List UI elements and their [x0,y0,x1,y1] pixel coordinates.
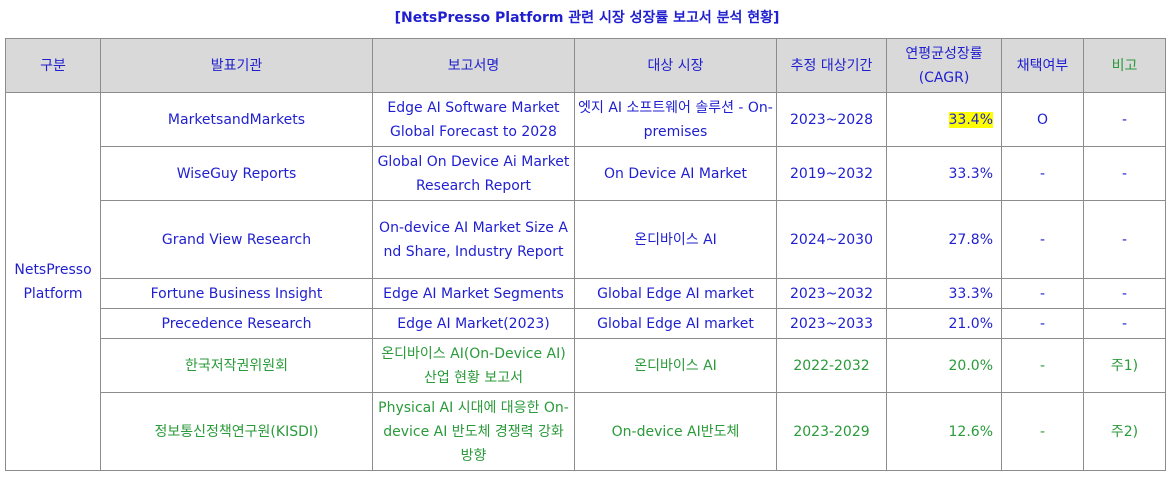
cagr-cell: 33.3% [886,146,1002,201]
report-name-cell: Edge AI Market(2023) [372,308,575,339]
adopted-cell: - [1001,338,1084,393]
note-cell: - [1083,200,1166,279]
note-cell: - [1083,92,1166,147]
target-market-cell: On Device AI Market [574,146,777,201]
note-cell: - [1083,278,1166,309]
target-market-cell: On-device AI반도체 [574,392,777,471]
target-market-cell: Global Edge AI market [574,308,777,339]
table-row: Fortune Business Insight Edge AI Market … [6,278,1166,309]
target-market-cell: Global Edge AI market [574,278,777,309]
publisher-cell: MarketsandMarkets [100,92,373,147]
period-cell: 2023~2033 [776,308,887,339]
note-cell: - [1083,308,1166,339]
adopted-cell: - [1001,200,1084,279]
report-name-cell: Edge AI Software Market Global Forecast … [372,92,575,147]
publisher-cell: Precedence Research [100,308,373,339]
header-category: 구분 [5,38,101,93]
table-row: Grand View Research On-device AI Market … [6,200,1166,279]
table-row: WiseGuy Reports Global On Device Ai Mark… [6,146,1166,201]
report-name-cell: Edge AI Market Segments [372,278,575,309]
publisher-cell: 한국저작권위원회 [100,338,373,393]
period-cell: 2022-2032 [776,338,887,393]
header-period: 추정 대상기간 [776,38,887,93]
target-market-cell: 엣지 AI 소프트웨어 솔루션 - On-premises [574,92,777,147]
group-label: NetsPresso Platform [5,92,101,471]
cagr-cell: 21.0% [886,308,1002,339]
adopted-cell: - [1001,278,1084,309]
header-report-name: 보고서명 [372,38,575,93]
period-cell: 2023~2028 [776,92,887,147]
report-name-cell: Global On Device Ai Market Research Repo… [372,146,575,201]
cagr-cell: 27.8% [886,200,1002,279]
report-name-cell: On-device AI Market Size And Share, Indu… [372,200,575,279]
cagr-cell: 12.6% [886,392,1002,471]
period-cell: 2023-2029 [776,392,887,471]
period-cell: 2019~2032 [776,146,887,201]
note-cell: 주2) [1083,392,1166,471]
note-cell: 주1) [1083,338,1166,393]
header-note: 비고 [1083,38,1166,93]
page-title: [NetsPresso Platform 관련 시장 성장률 보고서 분석 현황… [394,10,780,26]
adopted-cell: O [1001,92,1084,147]
cagr-cell: 33.3% [886,278,1002,309]
publisher-cell: WiseGuy Reports [100,146,373,201]
table-row: 정보통신정책연구원(KISDI) Physical AI 시대에 대응한 On-… [6,392,1166,471]
table-row: 한국저작권위원회 온디바이스 AI(On-Device AI) 산업 현황 보고… [6,338,1166,393]
header-target-market: 대상 시장 [574,38,777,93]
target-market-cell: 온디바이스 AI [574,200,777,279]
note-cell: - [1083,146,1166,201]
period-cell: 2024~2030 [776,200,887,279]
cagr-cell: 20.0% [886,338,1002,393]
publisher-cell: Fortune Business Insight [100,278,373,309]
report-name-cell: 온디바이스 AI(On-Device AI) 산업 현황 보고서 [372,338,575,393]
cagr-cell: 33.4% [886,92,1002,147]
target-market-cell: 온디바이스 AI [574,338,777,393]
header-adopted: 채택여부 [1001,38,1084,93]
table-row: Precedence Research Edge AI Market(2023)… [6,308,1166,339]
header-publisher: 발표기관 [100,38,373,93]
table-row: NetsPresso Platform MarketsandMarkets Ed… [5,92,1166,471]
market-report-table: 구분 발표기관 보고서명 대상 시장 추정 대상기간 연평균성장률 (CAGR)… [5,38,1166,471]
header-cagr: 연평균성장률 (CAGR) [886,38,1002,93]
cagr-highlight: 33.4% [948,111,993,128]
adopted-cell: - [1001,392,1084,471]
period-cell: 2023~2032 [776,278,887,309]
adopted-cell: - [1001,308,1084,339]
report-name-cell: Physical AI 시대에 대응한 On-device AI 반도체 경쟁력… [372,392,575,471]
adopted-cell: - [1001,146,1084,201]
publisher-cell: 정보통신정책연구원(KISDI) [100,392,373,471]
publisher-cell: Grand View Research [100,200,373,279]
header-row: 구분 발표기관 보고서명 대상 시장 추정 대상기간 연평균성장률 (CAGR)… [5,38,1166,93]
